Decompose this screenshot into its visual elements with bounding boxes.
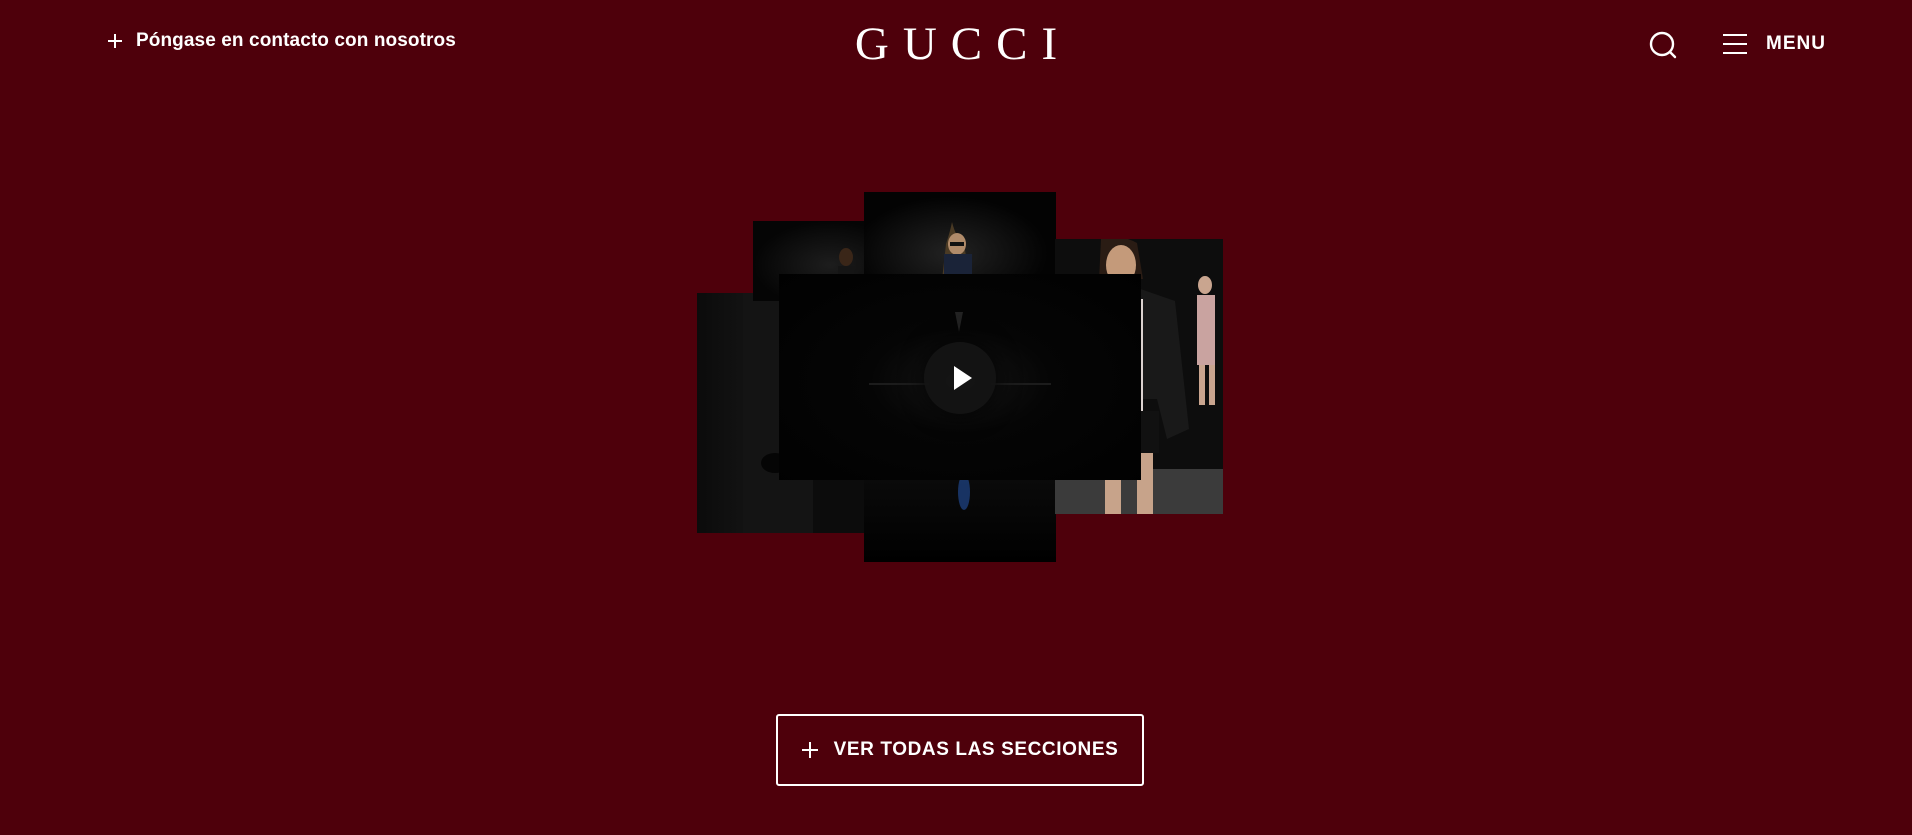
view-all-sections-button[interactable]: VER TODAS LAS SECCIONES — [776, 714, 1144, 786]
collage-image-top-center[interactable] — [864, 192, 1056, 280]
plus-icon — [801, 742, 818, 758]
view-all-sections-label: VER TODAS LAS SECCIONES — [833, 739, 1119, 760]
runway-model-figure — [942, 222, 972, 280]
play-button[interactable] — [924, 342, 996, 414]
video-player[interactable] — [779, 274, 1141, 480]
runway-floor — [887, 470, 1056, 510]
collage-image-bottom-center[interactable] — [864, 470, 1056, 562]
play-icon — [954, 366, 972, 390]
video-collage — [0, 0, 1912, 835]
page: Póngase en contacto con nosotros GUCCI M… — [0, 0, 1912, 835]
